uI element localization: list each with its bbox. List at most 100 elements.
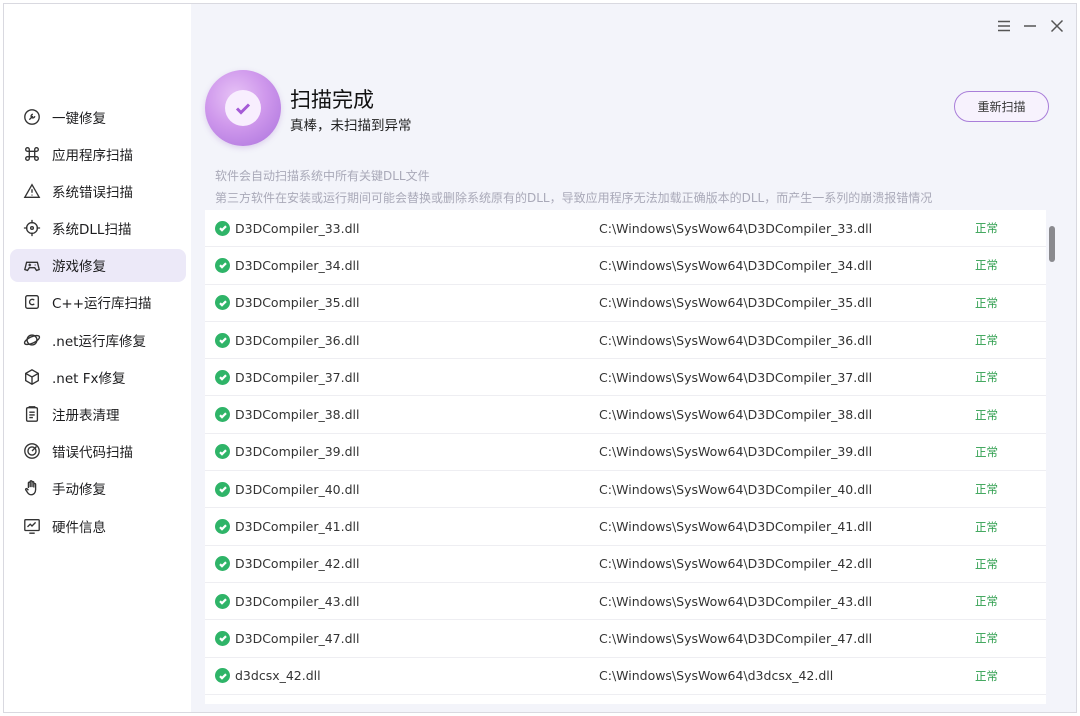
sidebar-item-registry-clean[interactable]: 注册表清理: [10, 398, 186, 431]
dll-path: C:\Windows\SysWow64\D3DCompiler_35.dll: [599, 295, 873, 311]
sidebar-item-label: C++运行库扫描: [52, 296, 152, 313]
sidebar-item-app-scan[interactable]: 应用程序扫描: [10, 137, 186, 170]
dll-name: D3DCompiler_33.dll: [235, 220, 360, 236]
sidebar-item-hardware-info[interactable]: 硬件信息: [10, 509, 186, 542]
list-item[interactable]: D3DCompiler_33.dll C:\Windows\SysWow64\D…: [205, 210, 1046, 248]
sidebar-item-game-repair[interactable]: 游戏修复: [10, 248, 186, 282]
status-label: 正常: [975, 594, 998, 609]
description-line-2: 第三方软件在安装或运行期间可能会替换或删除系统原有的DLL，导致应用程序无法加载…: [215, 191, 933, 205]
list-item[interactable]: D3DCompiler_43.dll C:\Windows\SysWow64\D…: [205, 583, 1046, 621]
dll-name: D3DCompiler_40.dll: [235, 481, 360, 497]
sidebar-item-label: 系统错误扫描: [52, 184, 133, 201]
sidebar-item-label: 一键修复: [52, 110, 106, 127]
dll-path: C:\Windows\SysWow64\d3dcsx_42.dll: [599, 668, 834, 684]
sidebar-item-label: 应用程序扫描: [52, 147, 133, 164]
status-label: 正常: [975, 370, 998, 385]
status-label: 正常: [975, 444, 998, 459]
sidebar-item-cpp-runtime-scan[interactable]: C++运行库扫描: [10, 286, 186, 319]
dll-name: D3DCompiler_42.dll: [235, 556, 360, 572]
sidebar-item-label: .net运行库修复: [52, 333, 146, 350]
planet-icon: [22, 330, 42, 350]
list-item[interactable]: D3DCompiler_42.dll C:\Windows\SysWow64\D…: [205, 546, 1046, 583]
list-item[interactable]: D3DCompiler_40.dll C:\Windows\SysWow64\D…: [205, 471, 1046, 509]
check-circle-icon: [215, 630, 230, 646]
close-button[interactable]: [1047, 16, 1067, 36]
dll-path: C:\Windows\SysWow64\D3DCompiler_34.dll: [599, 257, 873, 273]
list-item[interactable]: D3DCompiler_35.dll C:\Windows\SysWow64\D…: [205, 285, 1046, 322]
dll-name: D3DCompiler_39.dll: [235, 444, 360, 460]
check-circle-icon: [215, 519, 230, 535]
sidebar-item-label: .net Fx修复: [52, 370, 126, 387]
dll-path: C:\Windows\SysWow64\D3DCompiler_41.dll: [599, 519, 873, 535]
list-item[interactable]: D3DCompiler_37.dll C:\Windows\SysWow64\D…: [205, 359, 1046, 397]
sidebar-item-manual-repair[interactable]: 手动修复: [10, 472, 186, 505]
description-line-1: 软件会自动扫描系统中所有关键DLL文件: [215, 169, 430, 183]
dll-path: C:\Windows\SysWow64\D3DCompiler_37.dll: [599, 369, 873, 385]
command-icon: [22, 144, 42, 164]
dll-path: C:\Windows\SysWow64\D3DCompiler_47.dll: [599, 630, 873, 646]
dll-name: D3DCompiler_43.dll: [235, 593, 360, 609]
dll-name: D3DCompiler_36.dll: [235, 332, 360, 348]
sidebar-item-dotnet-fx-repair[interactable]: .net Fx修复: [10, 360, 186, 393]
list-item[interactable]: D3DCompiler_39.dll C:\Windows\SysWow64\D…: [205, 434, 1046, 472]
target-icon: [22, 218, 42, 238]
sidebar-item-label: 系统DLL扫描: [52, 222, 132, 239]
dll-path: C:\Windows\SysWow64\D3DCompiler_42.dll: [599, 556, 873, 572]
sidebar-item-label: 错误代码扫描: [52, 445, 133, 462]
status-label: 正常: [975, 295, 998, 310]
sidebar-item-label: 手动修复: [52, 482, 106, 499]
scrollbar-thumb[interactable]: [1049, 226, 1055, 262]
app-window: 一键修复 应用程序扫描 系统错误扫描 系统DLL扫描 游戏修复 C++运行库扫描…: [3, 3, 1077, 713]
check-circle-icon: [215, 257, 230, 273]
dll-name: d3dcsx_42.dll: [235, 668, 321, 684]
sidebar-item-label: 硬件信息: [52, 519, 106, 536]
check-circle-icon: [215, 556, 230, 572]
list-item[interactable]: D3DCompiler_41.dll C:\Windows\SysWow64\D…: [205, 508, 1046, 546]
menu-button[interactable]: [994, 16, 1014, 36]
list-item[interactable]: D3DCompiler_36.dll C:\Windows\SysWow64\D…: [205, 322, 1046, 360]
rescan-button[interactable]: 重新扫描: [954, 91, 1049, 122]
sidebar-item-label: 游戏修复: [52, 259, 106, 276]
list-item[interactable]: d3dcsx_42.dll C:\Windows\SysWow64\d3dcsx…: [205, 658, 1046, 695]
dll-path: C:\Windows\SysWow64\D3DCompiler_36.dll: [599, 332, 873, 348]
status-label: 正常: [975, 519, 998, 534]
check-circle-icon: [215, 369, 230, 385]
minimize-button[interactable]: [1020, 16, 1040, 36]
list-item[interactable]: D3DCompiler_34.dll C:\Windows\SysWow64\D…: [205, 247, 1046, 285]
page-title: 扫描完成: [290, 88, 374, 112]
sidebar-item-one-click-repair[interactable]: 一键修复: [10, 100, 186, 133]
dll-name: D3DCompiler_41.dll: [235, 519, 360, 535]
check-circle: [225, 90, 261, 126]
status-label: 正常: [975, 407, 998, 422]
check-circle-icon: [215, 593, 230, 609]
status-label: 正常: [975, 556, 998, 571]
status-label: 正常: [975, 631, 998, 646]
scan-complete-badge: [205, 70, 281, 146]
radar-icon: [22, 441, 42, 461]
status-label: 正常: [975, 221, 998, 236]
dll-path: C:\Windows\SysWow64\D3DCompiler_38.dll: [599, 407, 873, 423]
sidebar-item-label: 注册表清理: [52, 408, 120, 424]
dll-path: C:\Windows\SysWow64\D3DCompiler_40.dll: [599, 481, 873, 497]
menu-icon: [998, 20, 1010, 32]
dll-list: D3DCompiler_33.dll C:\Windows\SysWow64\D…: [205, 210, 1046, 704]
list-item[interactable]: D3DCompiler_47.dll C:\Windows\SysWow64\D…: [205, 620, 1046, 658]
wrench-circle-icon: [22, 107, 42, 127]
page-subtitle: 真棒，未扫描到异常: [290, 118, 412, 134]
sidebar-nav: 一键修复 应用程序扫描 系统错误扫描 系统DLL扫描 游戏修复 C++运行库扫描…: [10, 100, 186, 546]
check-circle-icon: [215, 295, 230, 311]
check-circle-icon: [215, 220, 230, 236]
dll-name: D3DCompiler_38.dll: [235, 407, 360, 423]
check-icon: [235, 103, 251, 115]
sidebar-item-system-error-scan[interactable]: 系统错误扫描: [10, 174, 186, 207]
sidebar-item-dotnet-runtime-repair[interactable]: .net运行库修复: [10, 323, 186, 356]
monitor-chart-icon: [22, 516, 42, 536]
list-item[interactable]: D3DCompiler_38.dll C:\Windows\SysWow64\D…: [205, 396, 1046, 434]
check-circle-icon: [215, 407, 230, 423]
dll-name: D3DCompiler_35.dll: [235, 295, 360, 311]
check-circle-icon: [215, 481, 230, 497]
sidebar-item-system-dll-scan[interactable]: 系统DLL扫描: [10, 212, 186, 245]
check-circle-icon: [215, 444, 230, 460]
sidebar-item-error-code-scan[interactable]: 错误代码扫描: [10, 435, 186, 468]
sidebar: 一键修复 应用程序扫描 系统错误扫描 系统DLL扫描 游戏修复 C++运行库扫描…: [4, 4, 191, 712]
